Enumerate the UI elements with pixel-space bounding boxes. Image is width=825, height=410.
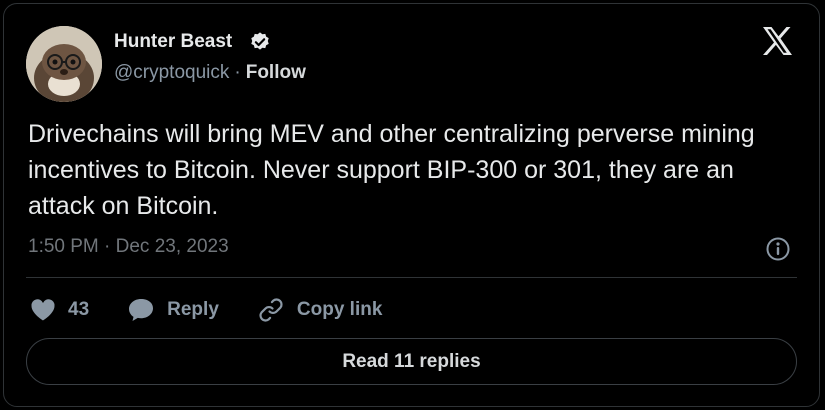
like-count: 43 bbox=[68, 299, 90, 320]
info-icon[interactable] bbox=[765, 236, 791, 267]
reply-label: Reply bbox=[167, 299, 219, 320]
candle-emoji: 🕯 bbox=[238, 31, 244, 52]
author-name[interactable]: Hunter Beast bbox=[114, 31, 232, 53]
verified-badge-icon bbox=[249, 31, 271, 53]
action-bar: 43 Reply Copy link bbox=[30, 296, 420, 324]
separator-dot: · bbox=[234, 62, 241, 83]
tweet-timestamp[interactable]: 1:50 PM · Dec 23, 2023 bbox=[28, 236, 229, 258]
link-icon bbox=[257, 296, 285, 324]
like-button[interactable]: 43 bbox=[30, 298, 89, 322]
author-handle[interactable]: @cryptoquick bbox=[114, 62, 229, 84]
avatar-image bbox=[26, 26, 102, 102]
reply-bubble-icon bbox=[127, 297, 155, 323]
reply-button[interactable]: Reply bbox=[127, 297, 219, 323]
author-name-row: Hunter Beast 🕯 bbox=[114, 31, 271, 53]
divider bbox=[26, 277, 797, 278]
follow-button[interactable]: Follow bbox=[246, 62, 306, 84]
tweet-card[interactable]: Hunter Beast 🕯 @cryptoquick · Follow Dri… bbox=[3, 3, 820, 407]
read-replies-label: Read 11 replies bbox=[342, 350, 481, 372]
read-replies-button[interactable]: Read 11 replies bbox=[26, 338, 797, 385]
author-avatar[interactable] bbox=[26, 26, 102, 102]
author-handle-row: @cryptoquick · Follow bbox=[114, 62, 306, 84]
tweet-text: Drivechains will bring MEV and other cen… bbox=[28, 120, 755, 220]
copy-link-button[interactable]: Copy link bbox=[257, 296, 383, 324]
copy-link-label: Copy link bbox=[296, 299, 383, 320]
heart-icon bbox=[30, 298, 56, 322]
x-logo-icon[interactable] bbox=[761, 26, 793, 61]
